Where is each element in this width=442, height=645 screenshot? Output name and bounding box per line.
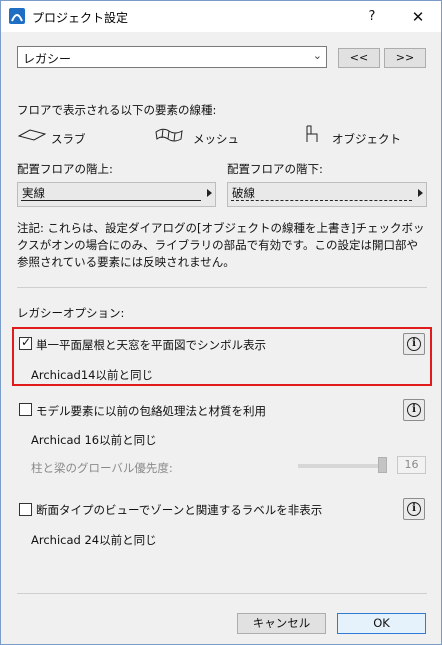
legacy-intersection-checkbox[interactable] — [19, 403, 32, 416]
hide-zone-labels-label: 断面タイプのビューでゾーンと関連するラベルを非表示 — [36, 503, 323, 517]
linetype-heading: フロアで表示される以下の要素の線種: — [17, 103, 217, 117]
roof-skylight-symbol-label: 単一平面屋根と天窓を平面図でシンボル表示 — [36, 338, 266, 352]
chevron-down-icon: ⌄ — [312, 49, 322, 62]
floor-above-label: 配置フロアの階上: — [17, 162, 113, 176]
roof-skylight-symbol-checkbox[interactable]: ✓ — [19, 335, 32, 350]
project-settings-dialog: プロジェクト設定 ? ✕ レガシー ⌄ << >> フロアで表示される以下の要素… — [0, 0, 442, 645]
legacy-options-heading: レガシーオプション: — [17, 306, 125, 320]
dropdown-arrow-icon — [207, 189, 212, 197]
slab-label: スラブ — [51, 132, 86, 146]
hide-zone-labels-checkbox[interactable] — [19, 503, 32, 516]
roof-skylight-symbol-note: Archicad14以前と同じ — [31, 368, 153, 382]
ok-button[interactable]: OK — [337, 613, 426, 634]
floor-above-linetype-value: 実線 — [22, 186, 45, 200]
window-title: プロジェクト設定 — [32, 11, 129, 25]
hide-zone-labels-note: Archicad 24以前と同じ — [31, 533, 157, 547]
help-button[interactable]: ? — [357, 5, 387, 29]
mesh-icon — [155, 127, 183, 146]
info-button[interactable]: i — [403, 333, 425, 355]
object-label: オブジェクト — [332, 132, 401, 146]
legacy-intersection-label: モデル要素に以前の包絡処理法と材質を利用 — [36, 404, 266, 418]
floor-below-linetype-value: 破線 — [232, 186, 255, 200]
info-icon: i — [407, 403, 421, 417]
slab-icon — [17, 128, 47, 145]
object-chair-icon — [304, 125, 320, 146]
global-priority-slider-track — [298, 464, 384, 468]
info-icon: i — [407, 502, 421, 516]
dashed-line-preview — [231, 200, 412, 201]
info-button[interactable]: i — [403, 498, 425, 520]
preset-dropdown[interactable]: レガシー ⌄ — [17, 46, 327, 68]
next-preset-button[interactable]: >> — [384, 48, 426, 68]
floor-below-label: 配置フロアの階下: — [227, 162, 323, 176]
divider — [17, 287, 427, 288]
info-icon: i — [407, 337, 421, 351]
global-priority-value[interactable]: 16 — [397, 456, 426, 474]
archicad-app-icon — [9, 8, 25, 24]
floor-below-linetype-dropdown[interactable]: 破線 — [227, 182, 427, 207]
previous-preset-button[interactable]: << — [338, 48, 380, 68]
note-text: 注記: これらは、設定ダイアログの[オブジェクトの線種を上書き]チェックボックス… — [17, 221, 425, 269]
cancel-button[interactable]: キャンセル — [237, 613, 326, 634]
preset-value: レガシー — [23, 52, 72, 66]
solid-line-preview — [21, 200, 201, 201]
global-priority-slider-thumb[interactable] — [378, 457, 387, 473]
mesh-label: メッシュ — [193, 132, 239, 146]
title-bar: プロジェクト設定 ? ✕ — [1, 1, 441, 32]
info-button[interactable]: i — [403, 399, 425, 421]
floor-above-linetype-dropdown[interactable]: 実線 — [17, 182, 216, 207]
dropdown-arrow-icon — [418, 189, 423, 197]
checkmark-icon: ✓ — [21, 335, 32, 349]
global-priority-label: 柱と梁のグローバル優先度: — [31, 461, 173, 475]
divider — [17, 593, 427, 594]
close-button[interactable]: ✕ — [401, 5, 435, 29]
legacy-intersection-note: Archicad 16以前と同じ — [31, 433, 157, 447]
